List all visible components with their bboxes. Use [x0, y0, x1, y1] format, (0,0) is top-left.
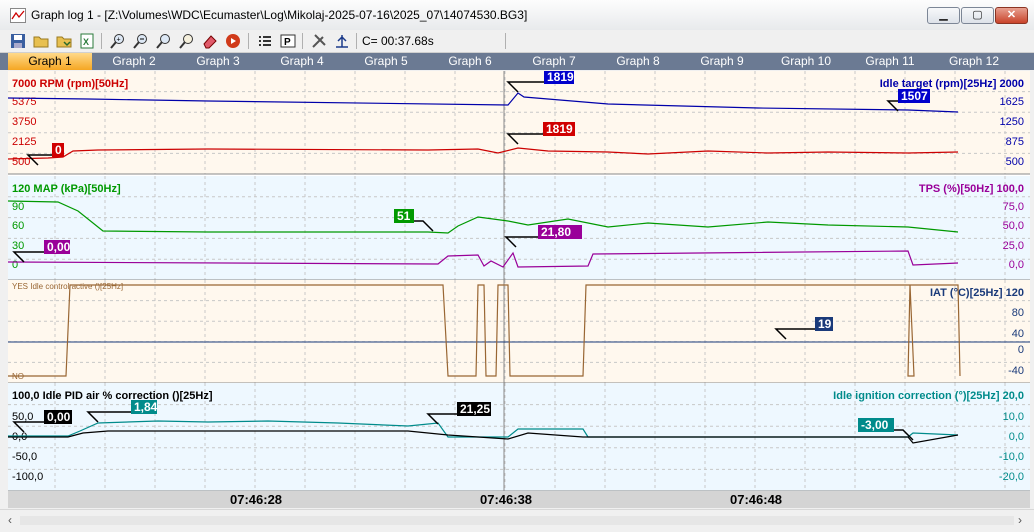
svg-text:0,0: 0,0 — [1009, 431, 1024, 443]
minimize-button[interactable]: ▁ — [927, 7, 960, 24]
tab-graph-10[interactable]: Graph 10 — [764, 53, 848, 70]
time-label: 07:46:48 — [730, 492, 783, 507]
maximize-icon: ▢ — [972, 9, 983, 21]
graph-tab-bar: Graph 1 Graph 2 Graph 3 Graph 4 Graph 5 Graph… — [0, 53, 1034, 70]
app-icon — [10, 8, 26, 23]
svg-text:P: P — [284, 37, 291, 48]
svg-text:YES Idle control active ()[25H: YES Idle control active ()[25Hz] — [12, 282, 123, 291]
window-title: Graph log 1 - [Z:\Volumes\WDC\Ecumaster\… — [31, 8, 528, 22]
toolbar: X + P C= 00:37.68s — [0, 30, 1034, 53]
scroll-track[interactable] — [20, 516, 1014, 525]
svg-text:1250: 1250 — [1000, 116, 1024, 128]
tab-graph-11[interactable]: Graph 11 — [848, 53, 932, 70]
tab-graph-7[interactable]: Graph 7 — [512, 53, 596, 70]
svg-text:875: 875 — [1006, 136, 1024, 148]
svg-text:-100,0: -100,0 — [12, 471, 43, 483]
tab-graph-3[interactable]: Graph 3 — [176, 53, 260, 70]
tab-graph-9[interactable]: Graph 9 — [680, 53, 764, 70]
svg-text:1819: 1819 — [546, 122, 573, 136]
svg-text:0,00: 0,00 — [47, 240, 71, 254]
svg-text:3750: 3750 — [12, 116, 36, 128]
open-folder-icon[interactable] — [33, 33, 49, 49]
svg-text:-40: -40 — [1008, 365, 1024, 377]
eraser-icon[interactable] — [202, 33, 218, 49]
close-button[interactable]: ✕ — [995, 7, 1028, 24]
cursor-marker-icon[interactable] — [334, 33, 350, 49]
minimize-icon: ▁ — [939, 9, 948, 21]
svg-text:-20,0: -20,0 — [999, 471, 1024, 483]
svg-text:0: 0 — [1018, 344, 1024, 356]
tab-graph-4[interactable]: Graph 4 — [260, 53, 344, 70]
svg-text:40: 40 — [1012, 328, 1024, 340]
cursor-time-readout: C= 00:37.68s — [362, 34, 434, 48]
svg-text:Idle ignition correction (°)[2: Idle ignition correction (°)[25Hz] 20,0 — [833, 390, 1024, 402]
tab-graph-8[interactable]: Graph 8 — [596, 53, 680, 70]
svg-text:0,0: 0,0 — [1009, 259, 1024, 271]
svg-text:60: 60 — [12, 220, 24, 232]
svg-text:100,0 Idle PID air % correctio: 100,0 Idle PID air % correction ()[25Hz] — [12, 390, 213, 402]
title-bar: Graph log 1 - [Z:\Volumes\WDC\Ecumaster\… — [0, 0, 1034, 31]
panel-1-background — [8, 71, 1030, 174]
horizontal-scrollbar[interactable]: ‹ › — [0, 509, 1034, 532]
zoom-all-icon[interactable] — [179, 33, 195, 49]
play-record-icon[interactable] — [225, 33, 241, 49]
svg-text:500: 500 — [12, 156, 30, 168]
svg-text:80: 80 — [1012, 307, 1024, 319]
export-excel-icon[interactable]: X — [79, 33, 95, 49]
svg-text:-3,00: -3,00 — [861, 418, 889, 432]
tools-icon[interactable] — [311, 33, 327, 49]
save-icon[interactable] — [10, 33, 26, 49]
svg-text:1625: 1625 — [1000, 96, 1024, 108]
zoom-out-icon[interactable] — [133, 33, 149, 49]
svg-text:30: 30 — [12, 240, 24, 252]
svg-text:7000 RPM (rpm)[50Hz]: 7000 RPM (rpm)[50Hz] — [12, 78, 128, 90]
tab-graph-6[interactable]: Graph 6 — [428, 53, 512, 70]
svg-text:75,0: 75,0 — [1003, 201, 1024, 213]
svg-text:2125: 2125 — [12, 136, 36, 148]
svg-text:500: 500 — [1006, 156, 1024, 168]
tab-graph-12[interactable]: Graph 12 — [932, 53, 1016, 70]
svg-text:0,00: 0,00 — [47, 410, 71, 424]
svg-text:51: 51 — [397, 209, 411, 223]
scroll-right-icon[interactable]: › — [1018, 513, 1022, 527]
svg-text:-50,0: -50,0 — [12, 451, 37, 463]
panel-2-background — [8, 176, 1030, 280]
svg-text:X: X — [83, 37, 89, 47]
svg-text:21,25: 21,25 — [460, 402, 490, 416]
time-label: 07:46:28 — [230, 492, 283, 507]
svg-text:50,0: 50,0 — [12, 411, 33, 423]
tab-graph-5[interactable]: Graph 5 — [344, 53, 428, 70]
svg-text:120 MAP (kPa)[50Hz]: 120 MAP (kPa)[50Hz] — [12, 183, 121, 195]
svg-text:IAT (°C)[25Hz] 120: IAT (°C)[25Hz] 120 — [930, 287, 1024, 299]
graph-area[interactable]: 7000 RPM (rpm)[50Hz] Idle target (rpm)[25… — [7, 70, 1030, 492]
svg-text:-10,0: -10,0 — [999, 451, 1024, 463]
graph-canvas[interactable]: 7000 RPM (rpm)[50Hz] Idle target (rpm)[25… — [7, 70, 1030, 492]
svg-text:21,80: 21,80 — [541, 225, 571, 239]
svg-text:TPS (%)[50Hz] 100,0: TPS (%)[50Hz] 100,0 — [919, 183, 1024, 195]
channel-list-icon[interactable] — [257, 33, 273, 49]
time-label: 07:46:38 — [480, 492, 533, 507]
zoom-in-icon[interactable]: + — [110, 33, 126, 49]
svg-text:0: 0 — [12, 259, 18, 271]
svg-text:19: 19 — [818, 317, 832, 331]
svg-text:+: + — [117, 37, 121, 44]
close-icon: ✕ — [1006, 9, 1017, 21]
svg-text:0: 0 — [55, 143, 62, 157]
svg-text:1,84: 1,84 — [134, 400, 158, 414]
time-axis: 07:46:28 07:46:38 07:46:48 — [8, 491, 1030, 508]
svg-text:10,0: 10,0 — [1003, 411, 1024, 423]
svg-text:1819: 1819 — [547, 71, 574, 84]
tab-graph-2[interactable]: Graph 2 — [92, 53, 176, 70]
zoom-fit-icon[interactable] — [156, 33, 172, 49]
panel-3-background — [8, 280, 1030, 383]
parameters-icon[interactable]: P — [280, 33, 296, 49]
maximize-button[interactable]: ▢ — [961, 7, 994, 24]
scroll-left-icon[interactable]: ‹ — [8, 513, 12, 527]
open-recent-icon[interactable] — [56, 33, 72, 49]
svg-text:1507: 1507 — [901, 89, 928, 103]
svg-text:50,0: 50,0 — [1003, 220, 1024, 232]
svg-text:90: 90 — [12, 201, 24, 213]
svg-text:25,0: 25,0 — [1003, 240, 1024, 252]
tab-graph-1[interactable]: Graph 1 — [8, 53, 92, 70]
